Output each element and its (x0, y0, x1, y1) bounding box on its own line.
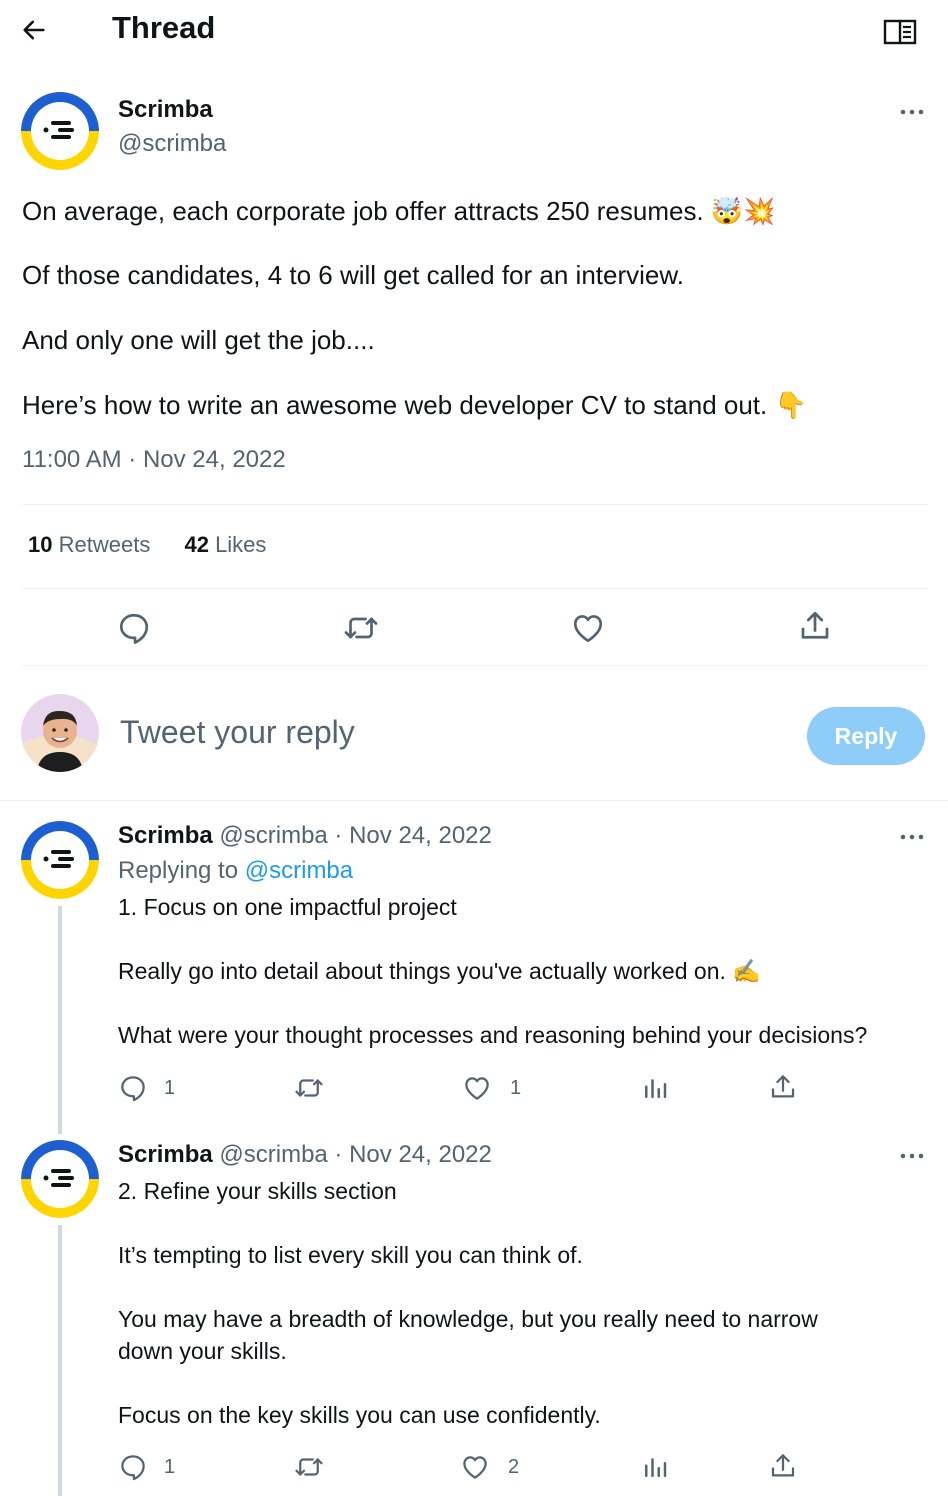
retweet-button[interactable] (343, 610, 379, 646)
like-count: 1 (510, 1077, 522, 1099)
author-name[interactable]: Scrimba (118, 822, 213, 849)
retweets-count: 10 (28, 532, 53, 557)
reply-icon (121, 1455, 145, 1481)
heart-icon (573, 615, 603, 643)
replying-to-label: Replying to (118, 857, 239, 884)
author-name[interactable]: Scrimba (118, 1141, 213, 1168)
replying-to-handle-link[interactable]: @scrimba (245, 857, 353, 884)
tweet-text-line: And only one will get the job.... (22, 325, 375, 355)
bar-chart-icon (645, 1079, 667, 1098)
reply-button[interactable] (116, 610, 152, 646)
retweet-icon (344, 617, 378, 639)
share-button[interactable] (768, 1451, 798, 1481)
page-title: Thread (112, 10, 216, 45)
reply-button[interactable] (118, 1452, 148, 1482)
reply-icon (119, 613, 149, 644)
thread-connector-line (58, 1225, 62, 1496)
reply-header: Scrimba @scrimba · Nov 24, 2022 (118, 1141, 492, 1169)
tweet-text-line: You may have a breadth of knowledge, but… (118, 1306, 818, 1364)
thread-connector-line (58, 906, 62, 1134)
author-meta[interactable]: @scrimba · Nov 24, 2022 (219, 1141, 491, 1168)
heart-icon (465, 1077, 489, 1100)
like-button[interactable] (460, 1452, 490, 1482)
tweet-text-line: What were your thought processes and rea… (118, 1022, 868, 1048)
tweet-timestamp[interactable]: 11:00 AM · Nov 24, 2022 (22, 446, 286, 474)
like-button[interactable] (570, 610, 606, 646)
retweet-button[interactable] (294, 1073, 324, 1103)
more-options-button[interactable] (898, 825, 934, 849)
more-icon (900, 109, 924, 115)
tweet-text-line: It’s tempting to list every skill you ca… (118, 1242, 583, 1268)
scrimba-logo-icon (21, 92, 99, 170)
author-avatar[interactable] (21, 1140, 99, 1218)
book-open-icon (883, 19, 917, 45)
author-avatar[interactable] (21, 92, 99, 170)
more-icon (900, 834, 924, 840)
views-button[interactable] (640, 1452, 670, 1482)
like-button[interactable] (462, 1073, 492, 1103)
scrimba-logo-icon (21, 821, 99, 899)
likes-stat[interactable]: 42 Likes (184, 532, 266, 558)
author-meta[interactable]: @scrimba · Nov 24, 2022 (219, 822, 491, 849)
more-options-button[interactable] (898, 1144, 934, 1168)
author-avatar[interactable] (21, 821, 99, 899)
reply-count: 1 (164, 1456, 176, 1478)
divider (22, 665, 928, 666)
more-options-button[interactable] (898, 100, 934, 124)
tweet-text-line: Really go into detail about things you'v… (118, 958, 761, 984)
reply-header: Scrimba @scrimba · Nov 24, 2022 (118, 822, 492, 850)
engagement-stats: 10 Retweets 42 Likes (28, 532, 294, 558)
retweet-button[interactable] (294, 1452, 324, 1482)
user-photo-icon (21, 694, 99, 772)
more-icon (900, 1153, 924, 1159)
retweets-stat[interactable]: 10 Retweets (28, 532, 150, 558)
reply-button[interactable] (118, 1073, 148, 1103)
replying-to: Replying to @scrimba (118, 857, 353, 885)
tweet-text-line: On average, each corporate job offer att… (22, 196, 776, 226)
reader-mode-button[interactable] (882, 14, 918, 50)
share-icon (771, 1075, 795, 1098)
heart-icon (463, 1456, 487, 1479)
share-button[interactable] (797, 608, 833, 644)
tweet-text-line: 2. Refine your skills section (118, 1178, 397, 1204)
scrimba-logo-icon (21, 1140, 99, 1218)
reply-icon (121, 1076, 145, 1102)
tweet-text-line: Of those candidates, 4 to 6 will get cal… (22, 260, 684, 290)
page-header: Thread (0, 0, 948, 60)
arrow-left-icon (23, 20, 45, 40)
bar-chart-icon (645, 1458, 667, 1477)
retweets-label: Retweets (58, 532, 151, 557)
divider (0, 800, 948, 801)
back-button[interactable] (20, 14, 56, 46)
retweet-icon (295, 1458, 323, 1476)
reply-submit-button[interactable]: Reply (807, 707, 925, 765)
reply-count: 1 (164, 1077, 176, 1099)
likes-label: Likes (215, 532, 267, 557)
divider (22, 504, 928, 505)
author-handle[interactable]: @scrimba (118, 130, 226, 158)
author-name[interactable]: Scrimba (118, 96, 213, 124)
share-icon (771, 1454, 795, 1477)
share-icon (801, 611, 829, 639)
reply-input[interactable] (120, 714, 760, 751)
tweet-text-line: 1. Focus on one impactful project (118, 894, 457, 920)
retweet-icon (295, 1079, 323, 1097)
likes-count: 42 (184, 532, 209, 557)
tweet-text-line: Focus on the key skills you can use conf… (118, 1402, 601, 1428)
views-button[interactable] (640, 1073, 670, 1103)
divider (22, 588, 928, 589)
user-avatar[interactable] (21, 694, 99, 772)
like-count: 2 (508, 1456, 520, 1478)
share-button[interactable] (768, 1072, 798, 1102)
tweet-text-line: Here’s how to write an awesome web devel… (22, 390, 807, 420)
